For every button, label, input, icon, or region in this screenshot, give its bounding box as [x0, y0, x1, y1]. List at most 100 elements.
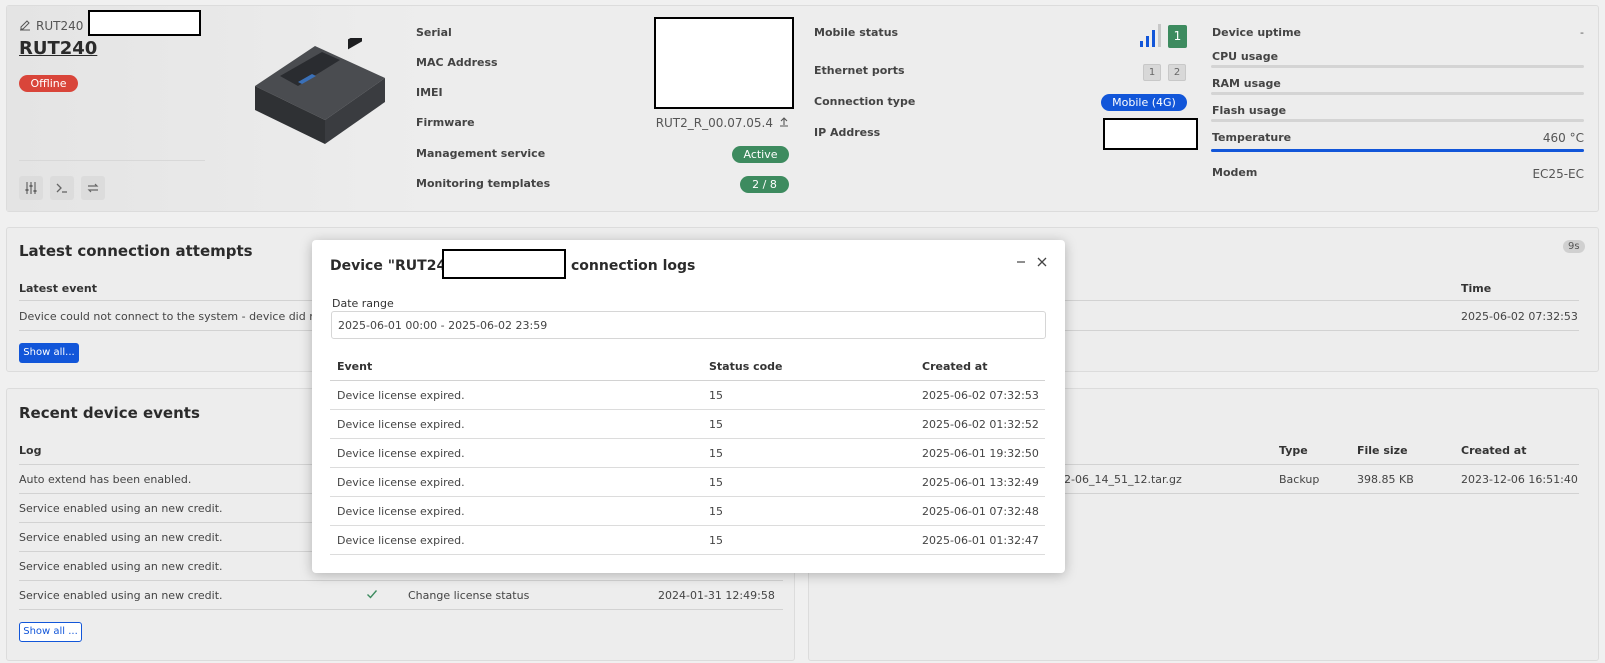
- row-event: Device license expired.: [337, 389, 465, 402]
- cpu-label: CPU usage: [1212, 50, 1279, 63]
- firmware-value: RUT2_R_00.07.05.4: [655, 116, 773, 130]
- ram-bar: [1211, 92, 1584, 95]
- sync-icon: [87, 183, 99, 193]
- terminal-icon: [56, 183, 67, 193]
- connection-type-badge: Mobile (4G): [1101, 94, 1187, 111]
- col-time: Time: [1461, 282, 1492, 295]
- event-log-row: Service enabled using an new credit.: [19, 589, 223, 602]
- uptime-label: Device uptime: [1212, 26, 1301, 39]
- row-status-code: 15: [709, 389, 723, 402]
- ip-label: IP Address: [814, 126, 881, 139]
- modal-title-suffix: connection logs: [571, 258, 696, 274]
- latest-event-time: 2025-06-02 07:32:53: [1461, 310, 1578, 323]
- col-created-at: Created at: [1461, 444, 1527, 457]
- redacted-box: [654, 17, 794, 109]
- table-row: Device license expired. 15 2025-06-01 07…: [330, 497, 1045, 526]
- row-created: 2025-06-01 01:32:47: [922, 534, 1039, 547]
- backup-created: 2023-12-06 16:51:40: [1461, 473, 1578, 486]
- signal-icon: [1140, 24, 1161, 47]
- event-time: 2024-01-31 12:49:58: [658, 589, 775, 602]
- table-row: Device license expired. 15 2025-06-01 01…: [330, 526, 1045, 555]
- row-event: Device license expired.: [337, 505, 465, 518]
- connection-type-label: Connection type: [814, 95, 916, 108]
- settings-button[interactable]: [19, 176, 43, 200]
- event-log-row: Service enabled using an new credit.: [19, 560, 223, 573]
- backup-size: 398.85 KB: [1357, 473, 1414, 486]
- table-row: Device license expired. 15 2025-06-01 13…: [330, 468, 1045, 497]
- templates-badge[interactable]: 2 / 8: [740, 176, 789, 193]
- status-badge: Offline: [19, 75, 78, 92]
- latest-event-text: Device could not connect to the system -…: [19, 310, 334, 323]
- sync-button[interactable]: [81, 176, 105, 200]
- row-created: 2025-06-02 01:32:52: [922, 418, 1039, 431]
- temperature-bar-fill: [1211, 149, 1584, 152]
- row-event: Device license expired.: [337, 534, 465, 547]
- row-status-code: 15: [709, 534, 723, 547]
- col-file-size: File size: [1357, 444, 1408, 457]
- sim-badge: 1: [1168, 25, 1187, 48]
- mac-label: MAC Address: [416, 56, 498, 69]
- show-all-events-button[interactable]: Show all ...: [19, 622, 82, 642]
- row-created: 2025-06-01 19:32:50: [922, 447, 1039, 460]
- management-badge: Active: [732, 146, 789, 163]
- modem-label: Modem: [1212, 166, 1258, 179]
- device-name[interactable]: RUT240: [19, 38, 97, 59]
- col-status-code: Status code: [709, 360, 783, 373]
- uptime-value: -: [1580, 26, 1584, 39]
- table-row: Device license expired. 15 2025-06-02 07…: [330, 381, 1045, 410]
- minimize-icon[interactable]: [1015, 256, 1027, 271]
- cpu-bar: [1211, 65, 1584, 68]
- row-created: 2025-06-02 07:32:53: [922, 389, 1039, 402]
- router-image: [255, 38, 385, 144]
- close-icon[interactable]: [1036, 256, 1048, 271]
- row-status-code: 15: [709, 476, 723, 489]
- device-events-title: Recent device events: [19, 404, 200, 422]
- date-range-input[interactable]: 2025-06-01 00:00 - 2025-06-02 23:59: [331, 311, 1046, 339]
- redacted-box: [1103, 118, 1198, 150]
- ram-label: RAM usage: [1212, 77, 1281, 90]
- col-type: Type: [1279, 444, 1308, 457]
- event-log-row: Service enabled using an new credit.: [19, 531, 223, 544]
- col-created-at: Created at: [922, 360, 988, 373]
- divider: [1060, 464, 1579, 465]
- upload-icon[interactable]: [778, 116, 790, 131]
- edit-icon[interactable]: [19, 19, 31, 34]
- row-created: 2025-06-01 13:32:49: [922, 476, 1039, 489]
- row-status-code: 15: [709, 418, 723, 431]
- date-range-value: 2025-06-01 00:00 - 2025-06-02 23:59: [338, 319, 548, 332]
- breadcrumb-device: RUT240: [36, 19, 84, 33]
- header-divider: [19, 160, 205, 161]
- temperature-bar: [1211, 149, 1584, 152]
- ethernet-port-2: 2: [1168, 64, 1186, 81]
- imei-label: IMEI: [416, 86, 443, 99]
- table-row: Device license expired. 15 2025-06-01 19…: [330, 439, 1045, 468]
- temperature-label: Temperature: [1212, 131, 1292, 144]
- col-latest-event: Latest event: [19, 282, 97, 295]
- table-row: Device license expired. 15 2025-06-02 01…: [330, 410, 1045, 439]
- templates-label: Monitoring templates: [416, 177, 551, 190]
- col-log: Log: [19, 444, 42, 457]
- divider: [1060, 493, 1579, 494]
- connection-attempts-title: Latest connection attempts: [19, 242, 253, 260]
- show-all-attempts-button[interactable]: Show all...: [19, 343, 79, 363]
- backup-type: Backup: [1279, 473, 1320, 486]
- ethernet-port-1: 1: [1143, 64, 1161, 81]
- connection-logs-modal: Device "RUT240 connection logs Date rang…: [312, 240, 1065, 573]
- ethernet-label: Ethernet ports: [814, 64, 905, 77]
- divider: [19, 580, 783, 581]
- row-event: Device license expired.: [337, 418, 465, 431]
- divider: [19, 609, 783, 610]
- temperature-value: 460 °C: [1542, 131, 1584, 145]
- terminal-button[interactable]: [50, 176, 74, 200]
- sliders-icon: [25, 182, 37, 194]
- date-range-label: Date range: [332, 297, 394, 310]
- mobile-status-label: Mobile status: [814, 26, 899, 39]
- row-event: Device license expired.: [337, 476, 465, 489]
- serial-label: Serial: [416, 26, 452, 39]
- backup-file-link[interactable]: 2-06_14_51_12.tar.gz: [1064, 473, 1182, 486]
- modal-title-prefix: Device "RUT240: [330, 258, 456, 274]
- event-action: Change license status: [408, 589, 530, 602]
- check-icon: [366, 588, 378, 603]
- flash-bar: [1211, 119, 1584, 122]
- redacted-box: [88, 10, 201, 36]
